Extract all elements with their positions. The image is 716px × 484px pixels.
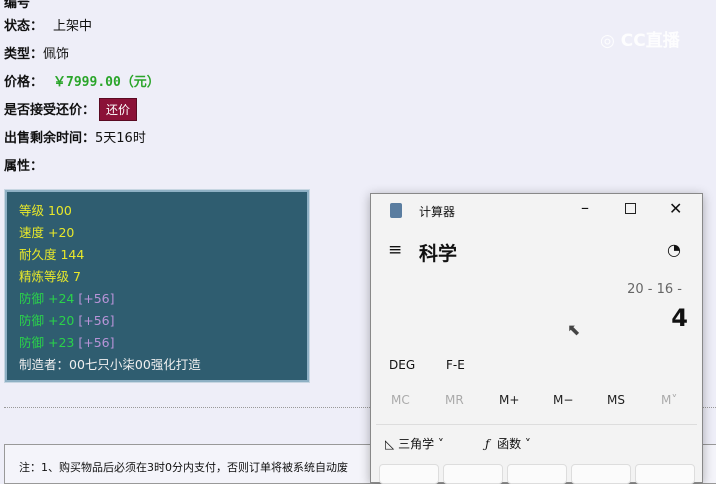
divider [376,424,697,425]
property-line: 等级 100 [19,203,72,218]
trig-label: 三角学 [398,437,435,451]
property-line: 防御 +20 [+56] [19,310,295,332]
property-text: 防御 +20 [19,313,75,328]
attributes-row: 属性： [4,155,43,174]
function-label: 函数 [497,437,522,451]
type-value: 佩饰 [43,47,70,62]
maximize-button[interactable] [625,203,636,214]
field-number-label: 编号 [4,0,31,11]
property-bonus: [+56] [78,291,115,306]
status-row: 状态： 上架中 [4,15,92,34]
fe-button[interactable]: F-E [446,358,465,372]
expression-display: 20 - 16 - [627,282,682,297]
property-line: 耐久度 144 [19,247,85,262]
mc-button[interactable]: MC [391,393,410,407]
triangle-icon: ◺ [385,437,395,451]
price-value: ￥7999.00（元） [53,75,160,90]
remaining-row: 出售剩余时间：5天16时 [4,127,146,146]
type-label: 类型： [4,47,44,62]
trig-dropdown[interactable]: ◺ 三角学 ˅ [385,435,444,452]
price-label: 价格： [4,75,44,90]
property-line: 精炼等级 7 [19,269,81,284]
property-text: 防御 +23 [19,335,75,350]
m-plus-button[interactable]: M+ [499,393,519,407]
key-button[interactable] [571,464,631,484]
status-label: 状态： [4,19,44,34]
function-dropdown[interactable]: ƒ 函数 ˅ [485,435,531,452]
attributes-label: 属性： [4,159,44,174]
watermark-logo: ◎ CC直播 [600,31,680,51]
ms-button[interactable]: MS [607,393,625,407]
bargain-row: 是否接受还价： 还价 [4,98,138,121]
key-button[interactable] [443,464,503,484]
key-button[interactable] [635,464,695,484]
calculator-window: 计算器 – ✕ ≡ 科学 ◔ 20 - 16 - 4 ⬉ DEG F-E MC … [370,193,703,484]
mr-button[interactable]: MR [445,393,464,407]
note-text: 注：1、购买物品后必须在3时0分内支付，否则订单将被系统自动废 [19,461,348,474]
properties-panel: 等级 100 速度 +20 耐久度 144 精炼等级 7 防御 +24 [+56… [4,189,310,383]
bargain-label: 是否接受还价： [4,103,96,118]
history-icon[interactable]: ◔ [667,240,681,259]
key-button[interactable] [507,464,567,484]
deg-button[interactable]: DEG [389,358,415,372]
result-display: 4 [671,304,688,332]
price-row: 价格： ￥7999.00（元） [4,71,160,90]
property-bonus: [+56] [78,335,115,350]
memory-list-button[interactable]: M˅ [661,393,677,407]
property-text: 防御 +24 [19,291,75,306]
key-button[interactable] [379,464,439,484]
bargain-button[interactable]: 还价 [99,98,138,121]
remaining-value: 5天16时 [95,131,146,146]
type-row: 类型：佩饰 [4,43,69,62]
property-line: 制造者：00七只小柒00强化打造 [19,357,201,372]
property-line: 速度 +20 [19,225,75,240]
property-line: 防御 +24 [+56] [19,288,295,310]
m-minus-button[interactable]: M− [553,393,573,407]
status-value: 上架中 [53,19,93,34]
calculator-app-icon [390,203,402,218]
close-button[interactable]: ✕ [669,199,682,218]
remaining-label: 出售剩余时间： [4,131,96,146]
property-line: 防御 +23 [+56] [19,332,295,354]
mouse-cursor-icon: ⬉ [567,320,581,339]
menu-icon[interactable]: ≡ [388,240,402,260]
window-title: 计算器 [419,205,456,219]
property-bonus: [+56] [78,313,115,328]
mode-title: 科学 [419,243,458,265]
function-icon: ƒ [485,437,490,451]
minimize-button[interactable]: – [575,196,595,219]
